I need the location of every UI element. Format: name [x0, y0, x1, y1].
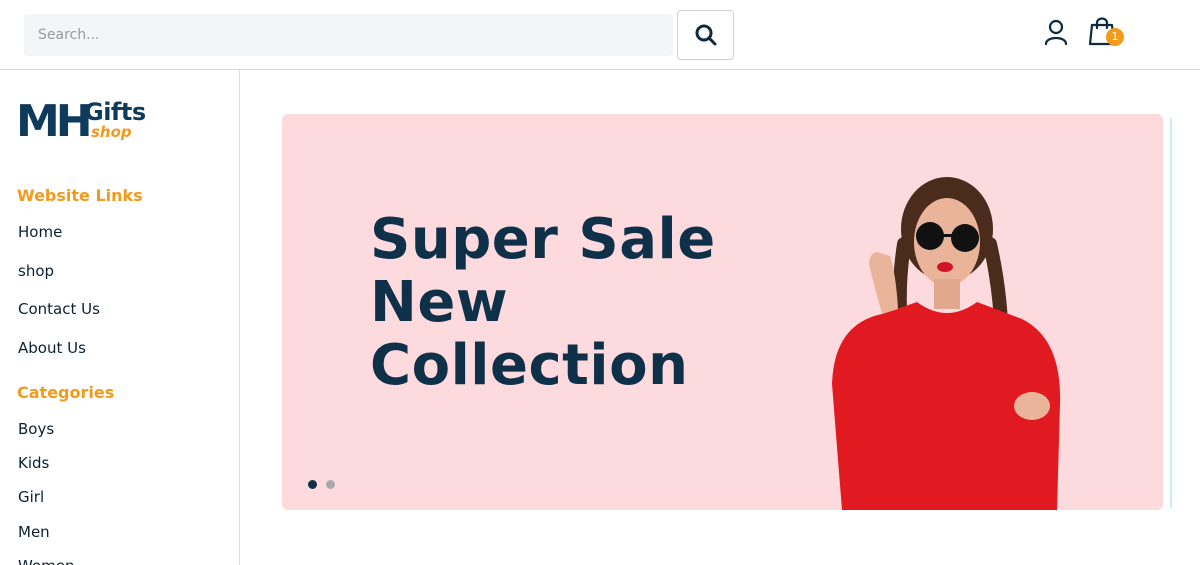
cart-button[interactable]: 1: [1088, 15, 1128, 49]
category-link-girl[interactable]: Girl: [18, 488, 44, 506]
category-link-women[interactable]: Women: [18, 557, 74, 565]
sidebar: MH Gifts shop Website Links Home shop Co…: [0, 70, 240, 565]
nav-link-contact-us[interactable]: Contact Us: [18, 300, 100, 318]
hero-headline-line-3: Collection: [370, 333, 689, 398]
category-link-boys[interactable]: Boys: [18, 420, 54, 438]
hero-headline-line-2: New: [370, 270, 509, 335]
slider-dot-1[interactable]: [308, 480, 317, 489]
brand-logo[interactable]: MH Gifts shop: [16, 96, 156, 150]
slider-dot-2[interactable]: [326, 480, 335, 489]
hero-model-image: [832, 177, 1061, 510]
search-input[interactable]: [24, 14, 673, 56]
cart-count-badge: 1: [1106, 28, 1124, 46]
nav-link-home[interactable]: Home: [18, 223, 62, 241]
category-link-men[interactable]: Men: [18, 523, 50, 541]
website-links-title: Website Links: [17, 186, 143, 205]
user-icon[interactable]: [1043, 18, 1069, 46]
nav-link-about-us[interactable]: About Us: [18, 339, 86, 357]
hero-headline-line-1: Super Sale: [370, 207, 716, 272]
logo-mh-text: MH: [16, 96, 93, 147]
search-icon: [695, 24, 716, 46]
category-link-kids[interactable]: Kids: [18, 454, 49, 472]
logo-gifts-text: Gifts: [84, 98, 146, 126]
hero-slider[interactable]: Super Sale New Collection: [282, 114, 1163, 510]
top-header: 1: [0, 0, 1200, 70]
search-button[interactable]: [677, 10, 734, 60]
categories-title: Categories: [17, 383, 115, 402]
nav-link-shop[interactable]: shop: [18, 262, 54, 280]
logo-shop-text: shop: [91, 123, 132, 141]
next-slide-edge: [1170, 118, 1172, 508]
